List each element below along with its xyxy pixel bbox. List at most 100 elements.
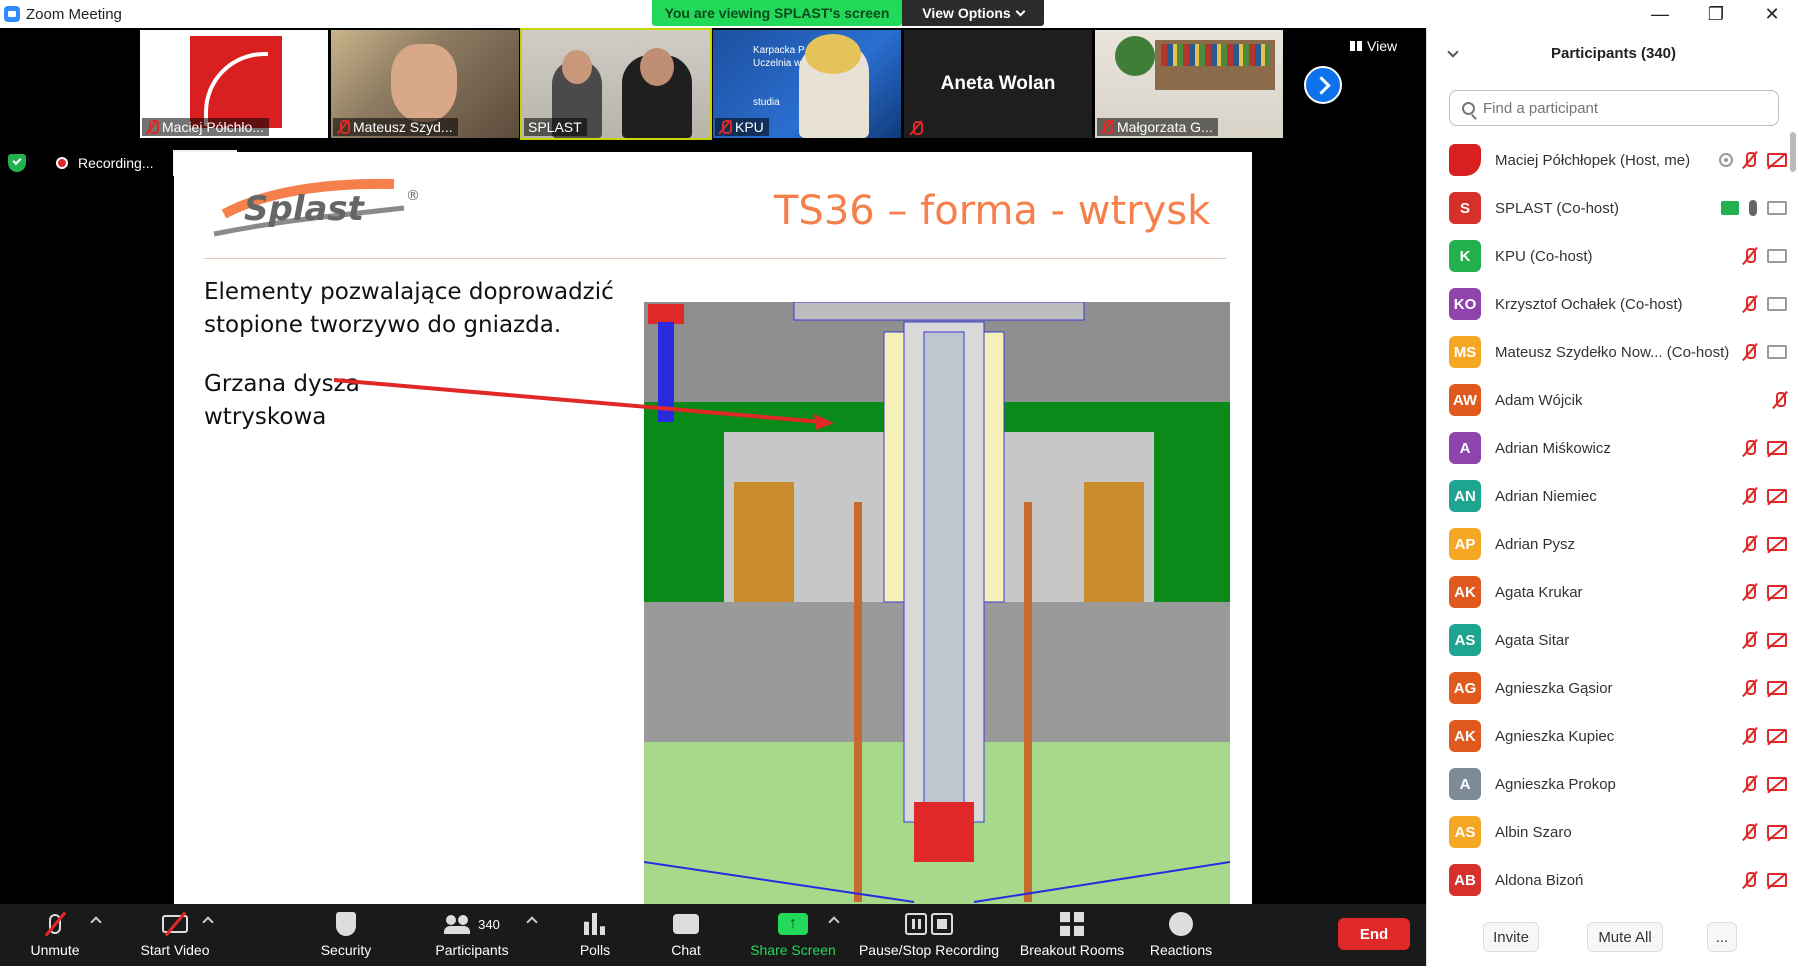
chevron-down-icon (1015, 6, 1026, 16)
participant-row[interactable]: AP Adrian Pysz (1427, 520, 1793, 568)
window-controls: — ❐ ✕ (1426, 0, 1800, 28)
participant-list: Maciej Półchłopek (Host, me) S SPLAST (Co-… (1427, 136, 1793, 904)
avatar: AB (1449, 864, 1481, 896)
avatar: AS (1449, 624, 1481, 656)
participant-row[interactable]: A Adrian Miśkowicz (1427, 424, 1793, 472)
mic-muted-icon (1743, 679, 1757, 697)
search-input[interactable] (1483, 99, 1763, 117)
participant-row[interactable]: AG Agnieszka Gąsior (1427, 664, 1793, 712)
mic-muted-icon (1743, 439, 1757, 457)
participant-name: SPLAST (Co-host) (1495, 199, 1619, 217)
participants-panel: Participants (340) Maciej Półchłopek (Ho… (1426, 28, 1800, 966)
share-screen-icon (778, 913, 808, 935)
reactions-button[interactable]: Reactions (1148, 910, 1214, 964)
participant-name: Maciej Półchłopek (Host, me) (1495, 151, 1691, 169)
participant-row[interactable]: KO Krzysztof Ochałek (Co-host) (1427, 280, 1793, 328)
participant-row[interactable]: AB Aldona Bizoń (1427, 856, 1793, 904)
stop-icon (931, 913, 953, 935)
recording-label: Recording... (78, 155, 154, 171)
end-meeting-button[interactable]: End (1338, 918, 1410, 950)
participant-name: Małgorzata G... (1117, 119, 1213, 135)
avatar: A (1449, 432, 1481, 464)
unmute-button[interactable]: Unmute (20, 910, 90, 964)
pause-stop-recording-button[interactable]: Pause/Stop Recording (858, 910, 1000, 964)
participant-name: Adrian Miśkowicz (1495, 439, 1611, 457)
video-thumbnail[interactable]: Mateusz Szyd... (331, 30, 519, 138)
close-icon[interactable]: ✕ (1744, 0, 1800, 28)
breakout-rooms-icon (1060, 912, 1084, 936)
participants-icon (444, 915, 472, 934)
mic-muted-icon (1743, 727, 1757, 745)
participant-name: Mateusz Szydełko Now... (Co-host) (1495, 343, 1730, 361)
view-button[interactable]: View (1350, 38, 1397, 54)
participant-row[interactable]: AK Agata Krukar (1427, 568, 1793, 616)
window-title: Zoom Meeting (26, 5, 122, 23)
view-options-button[interactable]: View Options (902, 0, 1044, 26)
next-page-arrow-icon[interactable] (1304, 66, 1342, 104)
participants-button[interactable]: 340 Participants (428, 910, 516, 964)
camera-icon (1767, 201, 1787, 215)
avatar: AP (1449, 528, 1481, 560)
viewing-banner: You are viewing SPLAST's screen (652, 0, 902, 26)
share-screen-button[interactable]: Share Screen (748, 910, 838, 964)
participant-search (1449, 90, 1779, 126)
video-thumbnail[interactable]: Aneta Wolan (904, 30, 1092, 138)
video-thumbnail-active-speaker[interactable]: SPLAST (520, 28, 712, 140)
participant-name: Adrian Pysz (1495, 535, 1576, 553)
mic-muted-icon (1743, 487, 1757, 505)
video-thumbnail-strip: Maciej Półchło... Mateusz Szyd... SPLAST… (140, 28, 1283, 140)
audio-options-caret-icon[interactable] (90, 916, 102, 928)
participant-name: Aneta Wolan (940, 73, 1056, 94)
camera-off-icon (1767, 825, 1787, 839)
breakout-rooms-button[interactable]: Breakout Rooms (1018, 910, 1126, 964)
invite-button[interactable]: Invite (1483, 922, 1539, 952)
participant-row[interactable]: A Agnieszka Prokop (1427, 760, 1793, 808)
participants-caret-icon[interactable] (526, 916, 538, 928)
microphone-icon (1749, 200, 1757, 216)
mic-muted-icon (1743, 535, 1757, 553)
camera-off-icon (1767, 537, 1787, 551)
camera-icon (1767, 249, 1787, 263)
view-label: View (1367, 38, 1398, 54)
meeting-area: Maciej Półchło... Mateusz Szyd... SPLAST… (0, 28, 1426, 904)
camera-off-icon (1767, 441, 1787, 455)
participant-name: Aldona Bizoń (1495, 871, 1584, 889)
shared-screen-slide: Splast ® TS36 – forma - wtrysk Elementy … (174, 152, 1252, 904)
participant-name: Krzysztof Ochałek (Co-host) (1495, 295, 1683, 313)
minimize-icon[interactable]: — (1632, 0, 1688, 28)
mic-muted-icon (1773, 391, 1787, 409)
mic-muted-icon (1743, 775, 1757, 793)
video-thumbnail[interactable]: Karpacka P Uczelnia w studia KPU (713, 30, 901, 138)
participant-row[interactable]: AW Adam Wójcik (1427, 376, 1793, 424)
participant-name: Agnieszka Gąsior (1495, 679, 1613, 697)
avatar: KO (1449, 288, 1481, 320)
participant-row[interactable]: AK Agnieszka Kupiec (1427, 712, 1793, 760)
participant-row[interactable]: Maciej Półchłopek (Host, me) (1427, 136, 1793, 184)
security-button[interactable]: Security (318, 910, 374, 964)
chat-icon (673, 914, 699, 934)
restore-icon[interactable]: ❐ (1688, 0, 1744, 28)
participant-row[interactable]: AS Albin Szaro (1427, 808, 1793, 856)
participant-row[interactable]: K KPU (Co-host) (1427, 232, 1793, 280)
participant-name: KPU (Co-host) (1495, 247, 1593, 265)
avatar: AK (1449, 576, 1481, 608)
video-thumbnail[interactable]: Małgorzata G... (1095, 30, 1283, 138)
zoom-logo-icon (4, 6, 20, 22)
participant-row[interactable]: AN Adrian Niemiec (1427, 472, 1793, 520)
panel-title: Participants (340) (1550, 44, 1677, 62)
mic-muted-icon (337, 120, 350, 134)
mic-muted-icon (1743, 823, 1757, 841)
chat-button[interactable]: Chat (666, 910, 706, 964)
participant-row[interactable]: MS Mateusz Szydełko Now... (Co-host) (1427, 328, 1793, 376)
shield-icon (336, 912, 356, 936)
video-thumbnail[interactable]: Maciej Półchło... (140, 30, 328, 138)
camera-off-icon (1767, 489, 1787, 503)
mute-all-button[interactable]: Mute All (1587, 922, 1663, 952)
encryption-shield-icon[interactable] (8, 154, 26, 172)
more-options-button[interactable]: ... (1707, 922, 1737, 952)
participant-row[interactable]: AS Agata Sitar (1427, 616, 1793, 664)
mic-muted-icon (1101, 120, 1114, 134)
participant-row[interactable]: S SPLAST (Co-host) (1427, 184, 1793, 232)
view-options-label: View Options (922, 5, 1011, 21)
polls-button[interactable]: Polls (572, 910, 618, 964)
